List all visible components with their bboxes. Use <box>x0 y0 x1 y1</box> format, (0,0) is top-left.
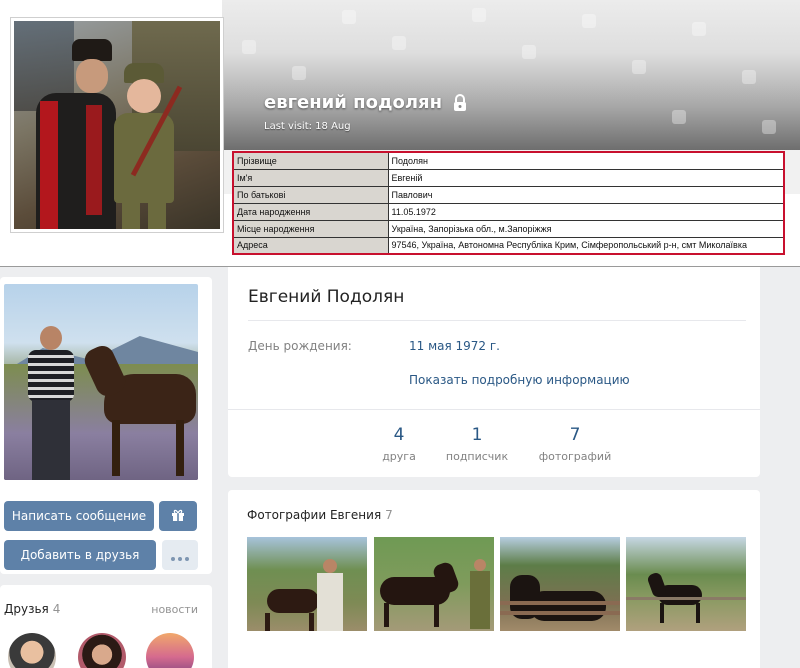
avatar-photo <box>14 21 220 229</box>
left-column-card: Написать сообщение Добавить в друзья <box>0 277 212 574</box>
table-row: Дата народження 11.05.1972 <box>232 202 785 221</box>
photos-count: 7 <box>385 508 393 522</box>
show-details-link[interactable]: Показать подробную информацию <box>409 373 630 387</box>
page-title: Евгений Подолян <box>248 287 405 307</box>
old-profile-panel: евгений подолян Last visit: 18 Aug Прізв… <box>0 0 800 266</box>
photo-thumbnail[interactable] <box>626 537 746 631</box>
table-row: Адреса 97546, Україна, Автономна Республ… <box>232 236 785 255</box>
birthday-value[interactable]: 11 мая 1972 г. <box>409 339 500 353</box>
lock-icon <box>452 93 468 112</box>
friend-avatar[interactable] <box>146 633 194 668</box>
table-cell-value: Павлович <box>387 185 785 204</box>
photo-thumbnail[interactable] <box>247 537 367 631</box>
table-cell-value: Україна, Запорізька обл., м.Запоріжжя <box>387 219 785 238</box>
table-cell-value: Евгеній <box>387 168 785 187</box>
counter-followers[interactable]: 1 подписчик <box>432 425 522 463</box>
profile-info-card: Евгений Подолян День рождения: 11 мая 19… <box>228 267 760 477</box>
table-row: Прізвище Подолян <box>232 151 785 170</box>
gift-button[interactable] <box>159 501 197 531</box>
add-friend-button[interactable]: Добавить в друзья <box>4 540 156 570</box>
friends-title[interactable]: Друзья 4 <box>4 602 60 616</box>
table-cell-label: Прізвище <box>232 151 389 170</box>
table-cell-label: Ім'я <box>232 168 389 187</box>
photo-thumbnail[interactable] <box>500 537 620 631</box>
counter-label: подписчик <box>445 450 509 463</box>
table-cell-label: Дата народження <box>232 202 389 221</box>
send-message-button[interactable]: Написать сообщение <box>4 501 154 531</box>
counter-value: 1 <box>471 425 483 445</box>
profile-photo[interactable] <box>4 284 198 480</box>
old-profile-name: евгений подолян <box>264 92 468 113</box>
friends-count: 4 <box>52 602 61 616</box>
photos-title-text: Фотографии Евгения <box>247 508 382 522</box>
friend-avatar[interactable] <box>8 633 56 668</box>
counter-value: 4 <box>393 425 405 445</box>
photos-title[interactable]: Фотографии Евгения 7 <box>247 508 393 522</box>
divider <box>248 320 746 321</box>
table-cell-label: Адреса <box>232 236 389 255</box>
screenshot-root: евгений подолян Last visit: 18 Aug Прізв… <box>0 0 800 668</box>
more-icon <box>171 546 189 565</box>
table-cell-value: Подолян <box>387 151 785 170</box>
counter-photos[interactable]: 7 фотографий <box>530 425 620 463</box>
photo-thumbnail[interactable] <box>374 537 494 631</box>
table-cell-label: Місце народження <box>232 219 389 238</box>
divider <box>228 409 760 410</box>
table-cell-value: 97546, Україна, Автономна Республіка Кри… <box>387 236 785 255</box>
counter-friends[interactable]: 4 друга <box>354 425 444 463</box>
table-cell-value: 11.05.1972 <box>387 202 785 221</box>
personal-data-table: Прізвище Подолян Ім'я Евгеній По батьков… <box>232 151 785 255</box>
table-row: Місце народження Україна, Запорізька обл… <box>232 219 785 238</box>
counter-value: 7 <box>569 425 581 445</box>
last-visit-text: Last visit: 18 Aug <box>264 121 351 132</box>
old-profile-name-text: евгений подолян <box>264 92 443 113</box>
photos-block: Фотографии Евгения 7 <box>228 490 760 668</box>
friends-news-link[interactable]: новости <box>151 603 198 616</box>
vk-profile-panel: Написать сообщение Добавить в друзья Дру… <box>0 267 800 668</box>
birthday-label: День рождения: <box>248 339 352 353</box>
friends-title-text: Друзья <box>4 602 49 616</box>
counter-label: фотографий <box>538 450 612 463</box>
table-row: По батькові Павлович <box>232 185 785 204</box>
friends-block: Друзья 4 новости <box>0 585 212 668</box>
old-profile-avatar[interactable] <box>10 17 224 233</box>
more-actions-button[interactable] <box>162 540 198 570</box>
table-cell-label: По батькові <box>232 185 389 204</box>
counter-label: друга <box>382 450 416 463</box>
table-row: Ім'я Евгеній <box>232 168 785 187</box>
gift-icon <box>171 507 185 526</box>
friend-avatar[interactable] <box>78 633 126 668</box>
